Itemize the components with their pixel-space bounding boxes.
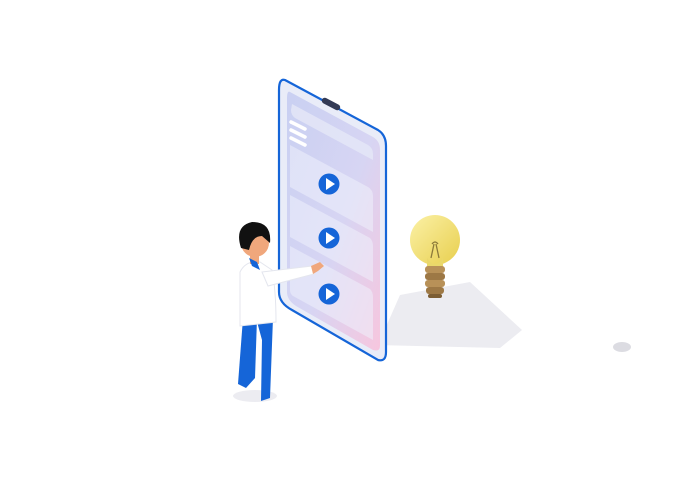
bulb-base <box>425 266 445 298</box>
illustration-stage <box>0 0 700 500</box>
person-right-leg <box>256 318 273 401</box>
person-left-leg <box>238 318 257 388</box>
isometric-phone-illustration <box>233 78 631 402</box>
floor-dot <box>613 342 631 352</box>
person-shadow <box>233 390 277 402</box>
bulb-glass <box>410 215 460 265</box>
smartphone-icon <box>277 78 388 362</box>
